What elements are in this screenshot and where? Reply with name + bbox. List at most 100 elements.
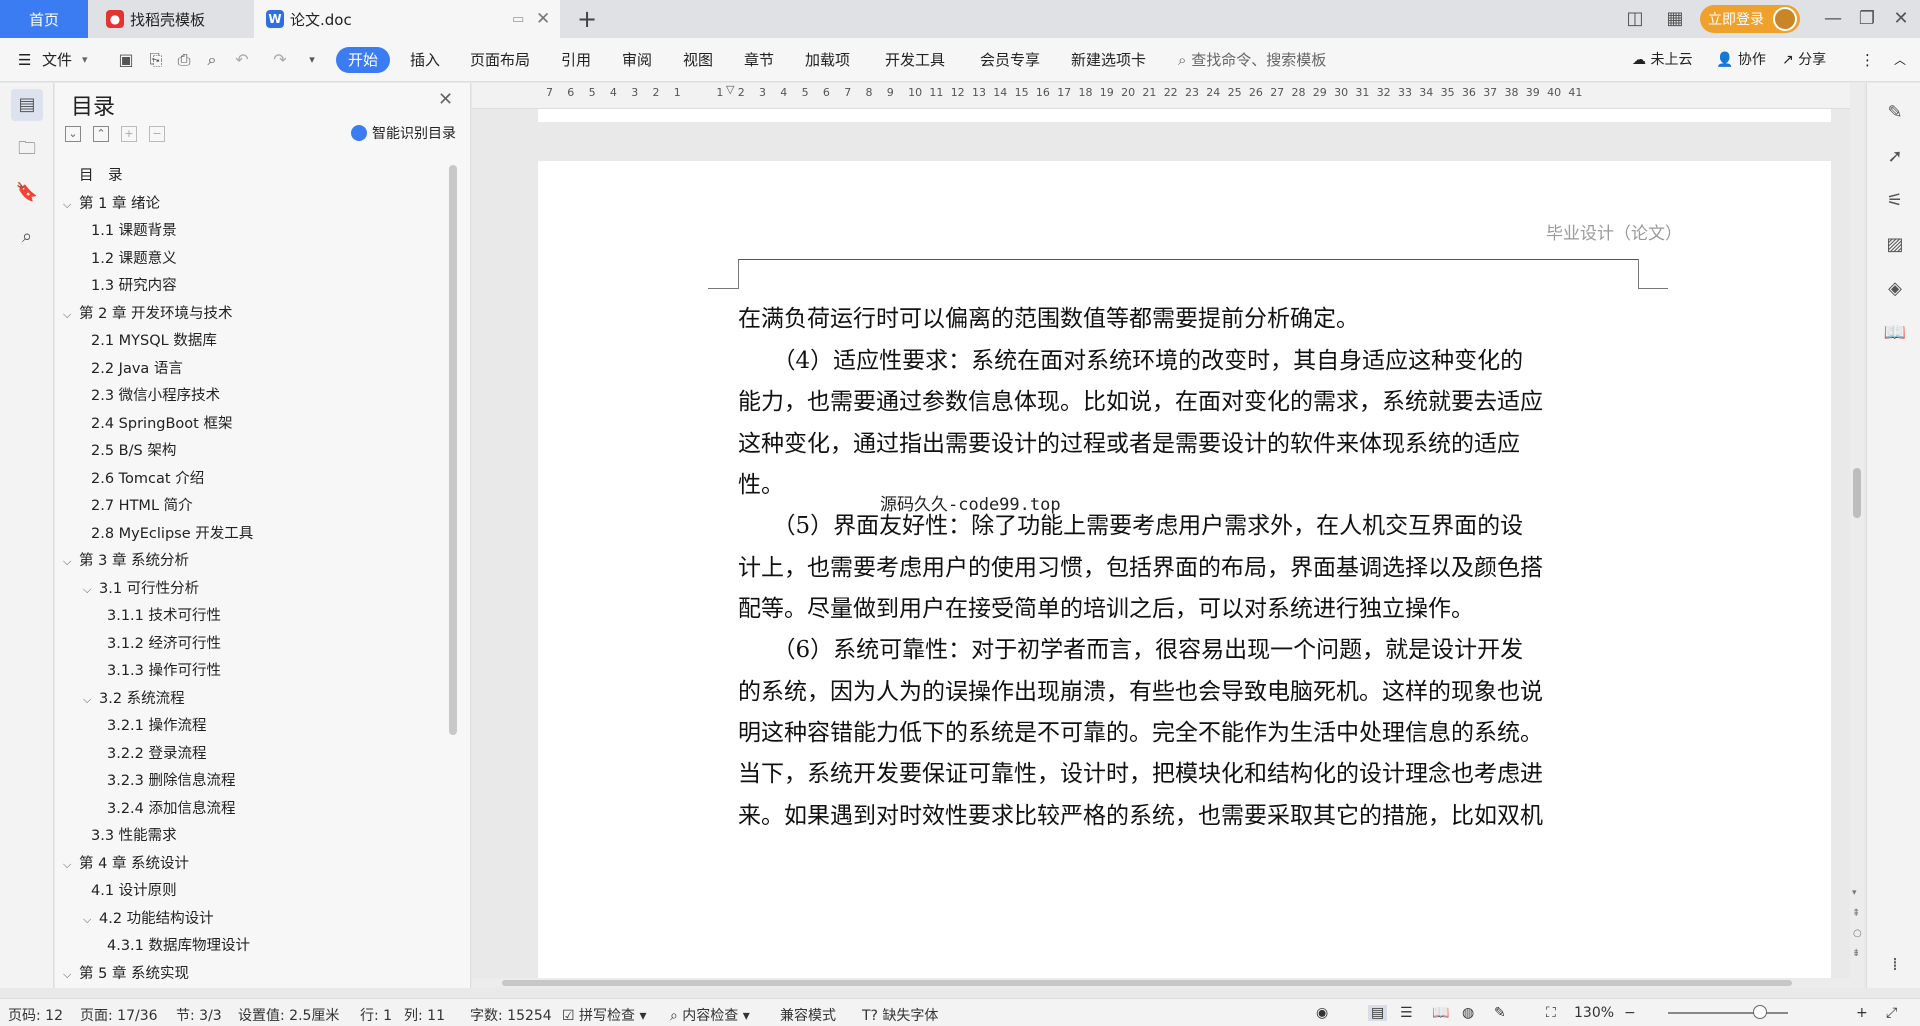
chevron-down-icon[interactable]: ⌵ (63, 302, 79, 328)
horizontal-scroll-thumb[interactable] (502, 980, 1792, 986)
layout-icon[interactable]: ◫ (1622, 6, 1648, 32)
restore-icon[interactable]: ❐ (1854, 6, 1880, 32)
minimize-icon[interactable]: — (1820, 6, 1846, 32)
ribbon-tab-view[interactable]: 视图 (683, 38, 713, 82)
write-mode-icon[interactable]: ✎ (1494, 1005, 1506, 1021)
toc-item[interactable]: 目 录 (63, 163, 123, 189)
zoom-slider-knob[interactable] (1753, 1005, 1767, 1019)
navigation-pane-icon[interactable]: 🗀 (11, 133, 43, 165)
status-col[interactable]: 列: 11 (404, 1005, 445, 1025)
ribbon-tab-start[interactable]: 开始 (336, 47, 390, 73)
status-row[interactable]: 行: 1 (360, 1005, 392, 1025)
toc-item[interactable]: 1.3 研究内容 (91, 273, 177, 299)
status-setting[interactable]: 设置值: 2.5厘米 (238, 1005, 339, 1025)
smart-toc-button[interactable]: 智能识别目录 (351, 123, 456, 143)
next-page-icon[interactable]: ⇟ (1852, 948, 1860, 959)
toc-item[interactable]: 1.2 课题意义 (91, 246, 177, 272)
toc-item[interactable]: ⌵ 3.2 系统流程 (83, 686, 185, 712)
indent-marker-icon[interactable]: ▽ (726, 83, 734, 96)
web-view-icon[interactable]: ◍ (1462, 1005, 1474, 1021)
toc-item[interactable]: ⌵ 3.1 可行性分析 (83, 576, 199, 602)
file-menu[interactable]: 文件 (42, 38, 72, 82)
apps-grid-icon[interactable]: ▦ (1662, 6, 1688, 32)
redo-icon[interactable]: ↷ (270, 50, 290, 70)
ribbon-tab-references[interactable]: 引用 (561, 38, 591, 82)
find-icon[interactable]: ⌕ (11, 221, 43, 253)
toc-item[interactable]: 2.7 HTML 简介 (91, 493, 193, 519)
toc-item[interactable]: 3.2.1 操作流程 (107, 713, 207, 739)
tab-document[interactable]: W 论文.doc ▭ ✕ (254, 0, 560, 38)
toc-item[interactable]: 3.1.3 操作可行性 (107, 658, 221, 684)
reading-view-icon[interactable]: 📖 (1432, 1005, 1449, 1021)
save-icon[interactable]: ▣ (116, 50, 136, 70)
print-preview-icon[interactable]: ⌕ (202, 50, 222, 70)
toc-item[interactable]: 2.2 Java 语言 (91, 356, 183, 382)
document-page[interactable]: 毕业设计（论文） 在满负荷运行时可以偏离的范围数值等都需要提前分析确定。 （4）… (538, 161, 1831, 978)
print-icon[interactable]: ⎙ (174, 50, 194, 70)
expand-all-icon[interactable]: ⌃ (93, 126, 109, 142)
horizontal-scrollbar[interactable] (472, 978, 1850, 988)
remove-heading-icon[interactable]: − (149, 126, 165, 142)
toc-item[interactable]: ⌵ 第 5 章 系统实现 (63, 961, 189, 987)
settings-sliders-icon[interactable]: ⚟ (1883, 189, 1907, 213)
image-tools-icon[interactable]: ▨ (1883, 233, 1907, 257)
vertical-scroll-thumb[interactable] (1853, 468, 1861, 518)
outline-view-icon[interactable]: ☰ (1400, 1005, 1413, 1021)
chevron-down-icon[interactable]: ⌵ (83, 907, 99, 933)
ribbon-tab-layout[interactable]: 页面布局 (470, 38, 530, 82)
chevron-down-icon[interactable]: ⌵ (83, 687, 99, 713)
ribbon-tab-developer[interactable]: 开发工具 (885, 38, 945, 82)
toc-item[interactable]: 3.3 性能需求 (91, 823, 177, 849)
ribbon-tab-insert[interactable]: 插入 (410, 38, 440, 82)
toc-item[interactable]: ⌵ 第 3 章 系统分析 (63, 548, 189, 574)
toc-item[interactable]: ⌵ 4.2 功能结构设计 (83, 906, 214, 932)
zoom-in-icon[interactable]: + (1856, 1005, 1868, 1021)
reader-icon[interactable]: 📖 (1883, 321, 1907, 345)
select-browse-icon[interactable]: ○ (1853, 928, 1862, 939)
zoom-level[interactable]: 130% (1574, 1005, 1614, 1021)
close-window-icon[interactable]: ✕ (1888, 6, 1914, 32)
status-page[interactable]: 页面: 17/36 (80, 1005, 158, 1025)
toc-item[interactable]: 2.3 微信小程序技术 (91, 383, 220, 409)
page-view-icon[interactable]: ▤ (1368, 1005, 1388, 1021)
prev-page-icon[interactable]: ⇞ (1852, 908, 1860, 919)
more-tools-icon[interactable]: ⁞ (1883, 953, 1907, 977)
share-button[interactable]: ↗ 分享 (1782, 38, 1826, 82)
status-page-code[interactable]: 页码: 12 (8, 1005, 63, 1025)
toc-item[interactable]: 2.8 MyEclipse 开发工具 (91, 521, 253, 547)
fit-page-icon[interactable]: ⛶ (1546, 1005, 1556, 1021)
menu-icon[interactable]: ☰ (18, 38, 31, 82)
tab-home[interactable]: 首页 (0, 0, 88, 38)
scroll-down-icon[interactable]: ▾ (1852, 888, 1857, 898)
toc-item[interactable]: 3.1.1 技术可行性 (107, 603, 221, 629)
toc-item[interactable]: 2.4 SpringBoot 框架 (91, 411, 232, 437)
chevron-down-icon[interactable]: ⌵ (63, 962, 79, 988)
ribbon-tab-addins[interactable]: 加载项 (805, 38, 850, 82)
select-cursor-icon[interactable]: ➚ (1883, 145, 1907, 169)
collapse-all-icon[interactable]: ⌄ (65, 126, 81, 142)
toc-item[interactable]: 3.2.2 登录流程 (107, 741, 207, 767)
more-icon[interactable]: ⋮ (1860, 38, 1875, 82)
chevron-down-icon[interactable]: ⌵ (83, 577, 99, 603)
toc-item[interactable]: 2.6 Tomcat 介绍 (91, 466, 204, 492)
tab-template[interactable]: ● 找稻壳模板 (92, 0, 252, 38)
command-search[interactable]: ⌕ 查找命令、搜索模板 (1178, 50, 1326, 70)
export-pdf-icon[interactable]: ⎘ (146, 50, 166, 70)
fullscreen-icon[interactable]: ⤢ (1886, 1005, 1897, 1021)
ribbon-tab-chapter[interactable]: 章节 (744, 38, 774, 82)
collapse-ribbon-icon[interactable]: ︿ (1894, 38, 1906, 82)
zoom-out-icon[interactable]: − (1624, 1005, 1636, 1021)
chevron-down-icon[interactable]: ⌵ (63, 192, 79, 218)
toc-item[interactable]: ⌵ 第 1 章 绪论 (63, 191, 160, 217)
close-icon[interactable]: ✕ (438, 89, 453, 110)
chevron-down-icon[interactable]: ⌵ (63, 852, 79, 878)
toc-item[interactable]: ⌵ 第 4 章 系统设计 (63, 851, 189, 877)
toc-icon[interactable]: ▤ (11, 89, 43, 121)
toc-item[interactable]: 2.5 B/S 架构 (91, 438, 176, 464)
content-check-button[interactable]: ⌕ 内容检查 ▾ (670, 1005, 750, 1025)
toc-item[interactable]: 4.3.1 数据库物理设计 (107, 933, 250, 959)
toc-item[interactable]: 3.2.3 删除信息流程 (107, 768, 236, 794)
close-tab-icon[interactable]: ✕ (536, 9, 550, 29)
toc-item[interactable]: 3.2.4 添加信息流程 (107, 796, 236, 822)
shape-icon[interactable]: ◈ (1883, 277, 1907, 301)
